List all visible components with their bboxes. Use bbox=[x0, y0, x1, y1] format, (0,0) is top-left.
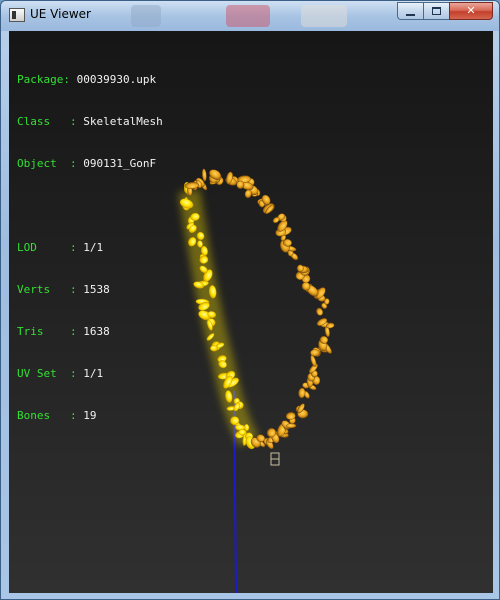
object-label: Object bbox=[17, 157, 57, 170]
ue-viewer-app-icon[interactable] bbox=[9, 8, 25, 22]
lod-row: LOD : 1/1 bbox=[17, 241, 104, 254]
uvset-label: UV Set bbox=[17, 367, 57, 380]
uvset-value: 1/1 bbox=[83, 367, 104, 380]
window-title: UE Viewer bbox=[30, 7, 91, 21]
object-row: Object : 090131_GonF bbox=[17, 157, 157, 170]
minimize-icon bbox=[406, 14, 415, 16]
caption-buttons: ✕ bbox=[397, 2, 493, 22]
verts-row: Verts : 1538 bbox=[17, 283, 110, 296]
minimize-button[interactable] bbox=[397, 2, 423, 20]
garland-leaf bbox=[201, 168, 207, 182]
class-value: SkeletalMesh bbox=[83, 115, 163, 128]
taskbar-blur-2 bbox=[301, 5, 347, 27]
package-label: Package bbox=[17, 73, 64, 86]
tris-row: Tris : 1638 bbox=[17, 325, 110, 338]
package-row: Package: 00039930.upk bbox=[17, 73, 157, 86]
bones-label: Bones bbox=[17, 409, 51, 422]
garland-leaf bbox=[298, 387, 306, 399]
garland-leaf bbox=[286, 423, 297, 429]
close-button[interactable]: ✕ bbox=[449, 2, 493, 20]
bones-row: Bones : 19 bbox=[17, 409, 97, 422]
object-value: 090131_GonF bbox=[83, 157, 157, 170]
bones-value: 19 bbox=[83, 409, 97, 422]
taskbar-blur-3 bbox=[131, 5, 161, 27]
maximize-icon bbox=[432, 7, 441, 15]
tris-label: Tris bbox=[17, 325, 44, 338]
3d-viewport[interactable]: Package: 00039930.upk Class : SkeletalMe… bbox=[9, 31, 493, 593]
garland-leaf bbox=[210, 345, 218, 352]
verts-value: 1538 bbox=[83, 283, 110, 296]
class-row: Class : SkeletalMesh bbox=[17, 115, 163, 128]
maximize-button[interactable] bbox=[423, 2, 449, 20]
package-value: 00039930.upk bbox=[76, 73, 157, 86]
close-icon: ✕ bbox=[466, 4, 476, 17]
lod-label: LOD bbox=[17, 241, 37, 254]
title-bar[interactable]: UE Viewer ✕ bbox=[1, 1, 499, 31]
lod-value: 1/1 bbox=[83, 241, 104, 254]
garland-leaf bbox=[316, 307, 324, 316]
taskbar-blur-1 bbox=[226, 5, 270, 27]
mesh-info-overlay: Package: 00039930.upk Class : SkeletalMe… bbox=[17, 45, 163, 451]
tris-value: 1638 bbox=[83, 325, 110, 338]
class-label: Class bbox=[17, 115, 51, 128]
bone-gizmo bbox=[270, 452, 280, 466]
verts-label: Verts bbox=[17, 283, 51, 296]
app-window: UE Viewer ✕ Package: 00039930.upk Class … bbox=[0, 0, 500, 600]
uvset-row: UV Set : 1/1 bbox=[17, 367, 104, 380]
